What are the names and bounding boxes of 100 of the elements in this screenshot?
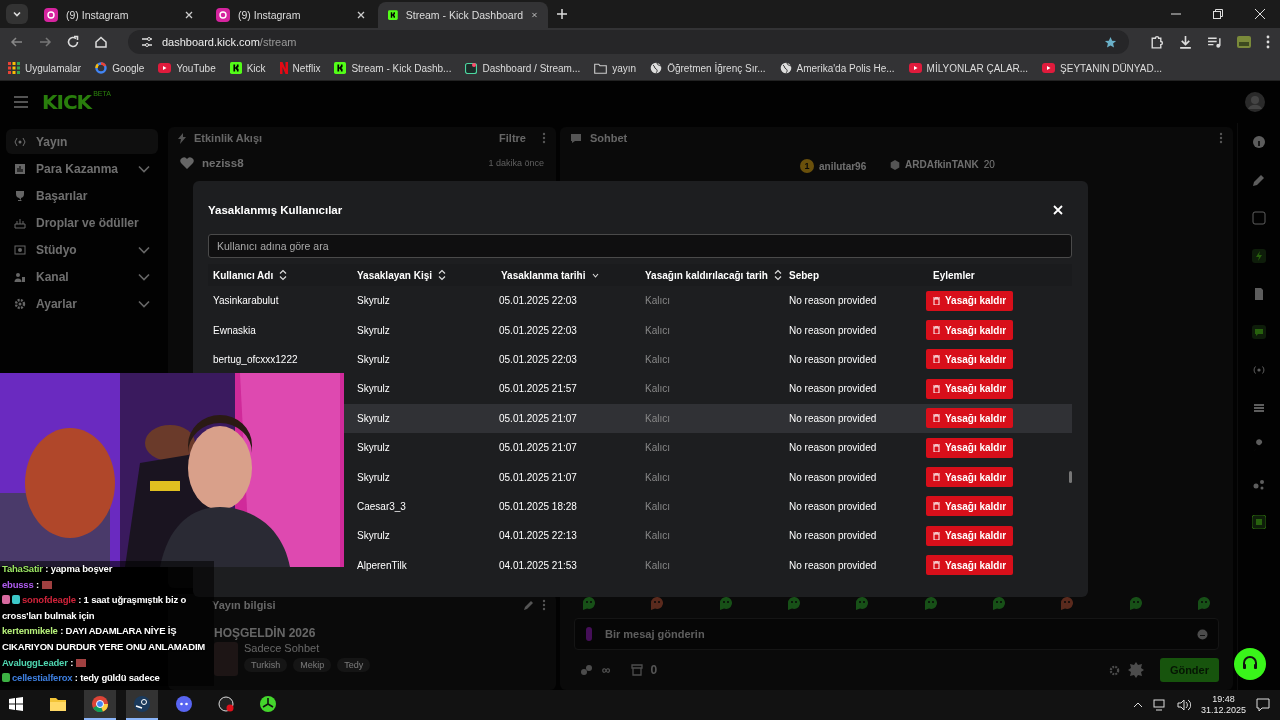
store-icon[interactable] [630, 664, 643, 676]
message-box[interactable]: Bir mesaj gönderin [574, 618, 1219, 650]
sidebar-item[interactable]: Başarılar [6, 183, 158, 208]
close-icon[interactable] [356, 10, 366, 20]
hamburger-menu-icon[interactable] [14, 96, 28, 108]
tag[interactable]: Turkish [244, 658, 288, 672]
menu-icon[interactable] [1266, 35, 1270, 49]
tag[interactable]: Tedy [337, 658, 371, 672]
unban-button[interactable]: Yasağı kaldır [926, 290, 1014, 311]
bookmark[interactable]: Netflix [279, 62, 321, 74]
sidebar-item[interactable]: Para Kazanma [6, 156, 158, 181]
avatar-icon[interactable] [1244, 91, 1266, 113]
more-icon[interactable] [542, 599, 546, 611]
tile-icon[interactable] [1252, 515, 1266, 529]
dots-icon[interactable] [1252, 477, 1266, 491]
forward-icon[interactable] [38, 35, 52, 49]
bookmark[interactable]: Google [95, 62, 145, 74]
trash-icon [933, 296, 940, 305]
profile-avatar-icon[interactable] [1236, 34, 1252, 50]
doc-icon[interactable] [1252, 287, 1266, 301]
back-icon[interactable] [10, 35, 24, 49]
tab-list-button[interactable] [6, 4, 28, 24]
unban-button[interactable]: Yasağı kaldır [926, 555, 1014, 576]
settings-icon[interactable] [1108, 664, 1120, 676]
bookmark[interactable]: Dashboard / Stream... [465, 62, 581, 74]
more-icon[interactable] [542, 132, 546, 144]
unban-button[interactable]: Yasağı kaldır [926, 467, 1014, 488]
search-field[interactable]: Kullanıcı adına göre ara [208, 234, 1072, 258]
info-icon[interactable] [1252, 135, 1266, 149]
clock[interactable]: 19:48 31.12.2025 [1200, 694, 1246, 716]
emote-icon[interactable] [923, 596, 938, 610]
emote-icon[interactable] [855, 596, 870, 610]
layers-icon[interactable] [1252, 401, 1266, 415]
scrollbar[interactable] [1069, 471, 1072, 483]
star-icon[interactable] [1104, 35, 1117, 49]
network-icon[interactable] [1152, 699, 1167, 711]
notification-icon[interactable] [1256, 698, 1270, 712]
close-icon[interactable] [1254, 8, 1266, 20]
chevron-down-icon[interactable] [138, 299, 150, 308]
emote-icon[interactable] [582, 596, 596, 610]
restore-icon[interactable] [1212, 8, 1224, 20]
bookmark[interactable]: Uygulamalar [8, 62, 82, 74]
bookmark[interactable]: ŞEYTANIN DÜNYAD... [1042, 62, 1162, 74]
chevron-up-icon[interactable] [1132, 702, 1143, 708]
browser-tab[interactable]: (9) Instagram [34, 2, 204, 28]
chevron-down-icon[interactable] [138, 272, 150, 281]
unban-button[interactable]: Yasağı kaldır [926, 349, 1014, 370]
bookmark[interactable]: MİLYONLAR ÇALAR... [908, 62, 1029, 74]
emote-icon[interactable] [718, 596, 733, 610]
address-bar[interactable]: dashboard.kick.com/stream [128, 30, 1129, 54]
tag[interactable]: Mekip [293, 658, 332, 672]
emote-icon[interactable] [787, 596, 801, 610]
bolt-icon[interactable] [1252, 249, 1266, 263]
pencil-icon[interactable] [523, 599, 534, 611]
browser-icon [92, 696, 108, 712]
home-icon[interactable] [94, 35, 108, 49]
unban-button[interactable]: Yasağı kaldır [926, 408, 1014, 429]
unban-button[interactable]: Yasağı kaldır [926, 437, 1014, 458]
download-icon[interactable] [1178, 34, 1193, 50]
badge-icon[interactable] [1127, 662, 1144, 678]
chat-icon[interactable] [1252, 325, 1266, 339]
more-icon[interactable] [1219, 132, 1223, 144]
unban-button[interactable]: Yasağı kaldır [926, 320, 1014, 341]
table-cell: Skyrulz [357, 471, 390, 483]
sidebar-item[interactable]: Yayın [6, 129, 158, 154]
sidebar-item[interactable]: Stüdyo [6, 237, 158, 262]
browser-tab[interactable]: Stream - Kick Dashboard [378, 2, 548, 28]
chevron-down-icon[interactable] [138, 245, 150, 254]
puzzle-icon[interactable] [1149, 34, 1164, 50]
taskbar-app[interactable] [126, 690, 158, 720]
reload-icon[interactable] [66, 35, 80, 49]
bookmark[interactable]: Öğretmen İğrenç Sır... [650, 62, 766, 74]
table-cell: Ewnaskia [213, 324, 256, 336]
sidebar-item[interactable]: Kanal [6, 264, 158, 289]
taskbar-app[interactable] [84, 690, 116, 720]
unban-button[interactable]: Yasağı kaldır [926, 525, 1014, 546]
emote-icon[interactable] [1128, 596, 1143, 610]
bookmark[interactable]: Amerika'da Polis He... [779, 62, 895, 74]
close-icon[interactable] [184, 10, 194, 20]
bookmark[interactable]: Kick [229, 62, 266, 74]
sidebar-item[interactable]: Droplar ve ödüller [6, 210, 158, 235]
filter-button[interactable]: Filtre [491, 132, 534, 144]
sidebar-item[interactable]: Ayarlar [6, 291, 158, 316]
message-field[interactable]: Bir mesaj gönderin [603, 627, 1187, 641]
emote-icon[interactable] [1196, 596, 1211, 610]
bookmark[interactable]: YouTube [158, 62, 216, 74]
chevron-down-icon[interactable] [138, 164, 150, 173]
support-button[interactable] [1234, 648, 1266, 680]
unban-button[interactable]: Yasağı kaldır [926, 378, 1014, 399]
volume-icon[interactable] [1176, 699, 1191, 711]
emote-icon[interactable] [991, 596, 1006, 610]
gift-icon [14, 216, 26, 229]
unban-button[interactable]: Yasağı kaldır [926, 496, 1014, 517]
bookmark[interactable]: Stream - Kick Dashb... [334, 62, 452, 74]
emoji-icon[interactable] [1197, 628, 1208, 640]
browser-tab[interactable]: (9) Instagram [206, 2, 376, 28]
site-settings-icon[interactable] [140, 35, 154, 49]
pencil-icon[interactable] [1252, 173, 1266, 187]
bookmark[interactable]: yayın [594, 62, 637, 74]
new-tab-icon[interactable] [556, 8, 568, 20]
